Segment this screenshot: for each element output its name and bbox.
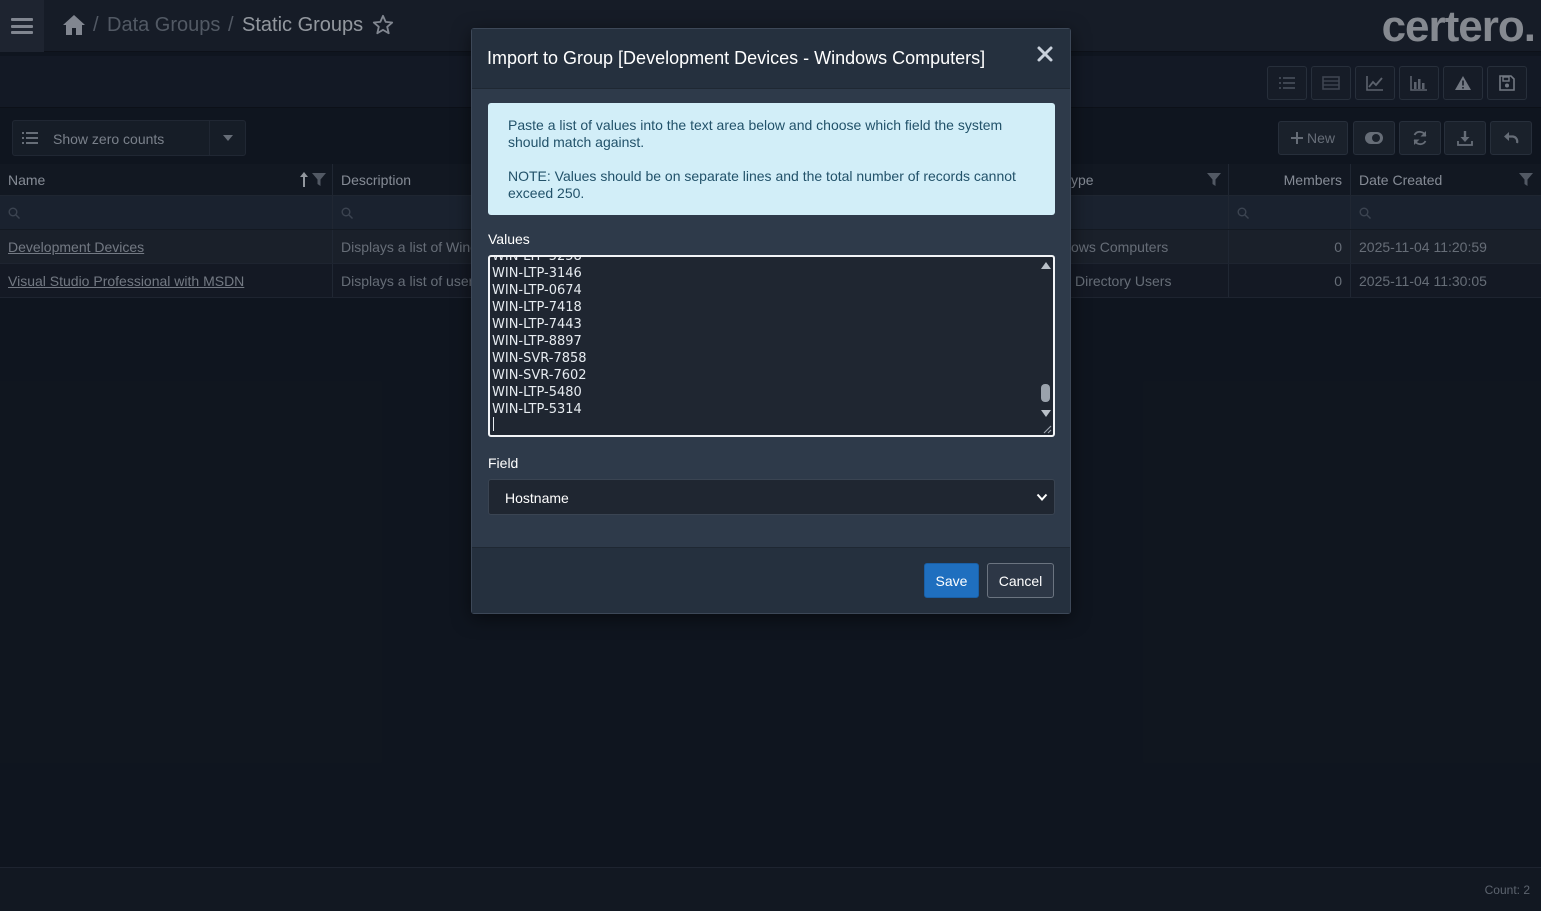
textarea-scrollbar[interactable] xyxy=(1038,258,1052,434)
field-label: Field xyxy=(488,455,519,471)
values-text: WIN-LTP-5258 WIN-LTP-3146 WIN-LTP-0674 WIN-… xyxy=(492,255,587,418)
values-line: WIN-LTP-5480 xyxy=(492,385,582,400)
scroll-down-arrow-icon[interactable] xyxy=(1041,410,1051,417)
close-icon[interactable] xyxy=(1036,45,1054,63)
chevron-down-icon xyxy=(1036,493,1048,501)
values-line: WIN-LTP-7418 xyxy=(492,300,582,315)
save-button[interactable]: Save xyxy=(924,563,979,598)
match-field-selected: Hostname xyxy=(505,490,569,506)
values-line: WIN-LTP-5314 xyxy=(492,402,582,417)
resize-grip-icon[interactable] xyxy=(1042,424,1052,434)
instructions-text: Paste a list of values into the text are… xyxy=(508,117,1003,150)
scroll-thumb[interactable] xyxy=(1041,384,1050,402)
values-line: WIN-SVR-7602 xyxy=(492,368,587,383)
match-field-select[interactable]: Hostname xyxy=(488,479,1055,515)
dialog-footer: Save Cancel xyxy=(472,547,1070,613)
import-to-group-dialog: Import to Group [Development Devices - W… xyxy=(471,28,1071,614)
import-instructions: Paste a list of values into the text are… xyxy=(488,103,1055,215)
dialog-title: Import to Group [Development Devices - W… xyxy=(487,48,986,68)
instructions-note: NOTE: Values should be on separate lines… xyxy=(508,168,1016,201)
values-line: WIN-LTP-8897 xyxy=(492,334,582,349)
values-textarea[interactable]: WIN-LTP-5258 WIN-LTP-3146 WIN-LTP-0674 WIN-… xyxy=(488,255,1055,437)
values-line: WIN-SVR-7858 xyxy=(492,351,587,366)
values-label: Values xyxy=(488,231,530,247)
values-line: WIN-LTP-0674 xyxy=(492,283,582,298)
cancel-button[interactable]: Cancel xyxy=(987,563,1054,598)
values-line: WIN-LTP-3146 xyxy=(492,266,582,281)
scroll-up-arrow-icon[interactable] xyxy=(1041,262,1051,269)
text-cursor xyxy=(493,417,494,431)
values-line: WIN-LTP-5258 xyxy=(492,255,582,264)
dialog-header: Import to Group [Development Devices - W… xyxy=(472,29,1070,89)
values-line: WIN-LTP-7443 xyxy=(492,317,582,332)
